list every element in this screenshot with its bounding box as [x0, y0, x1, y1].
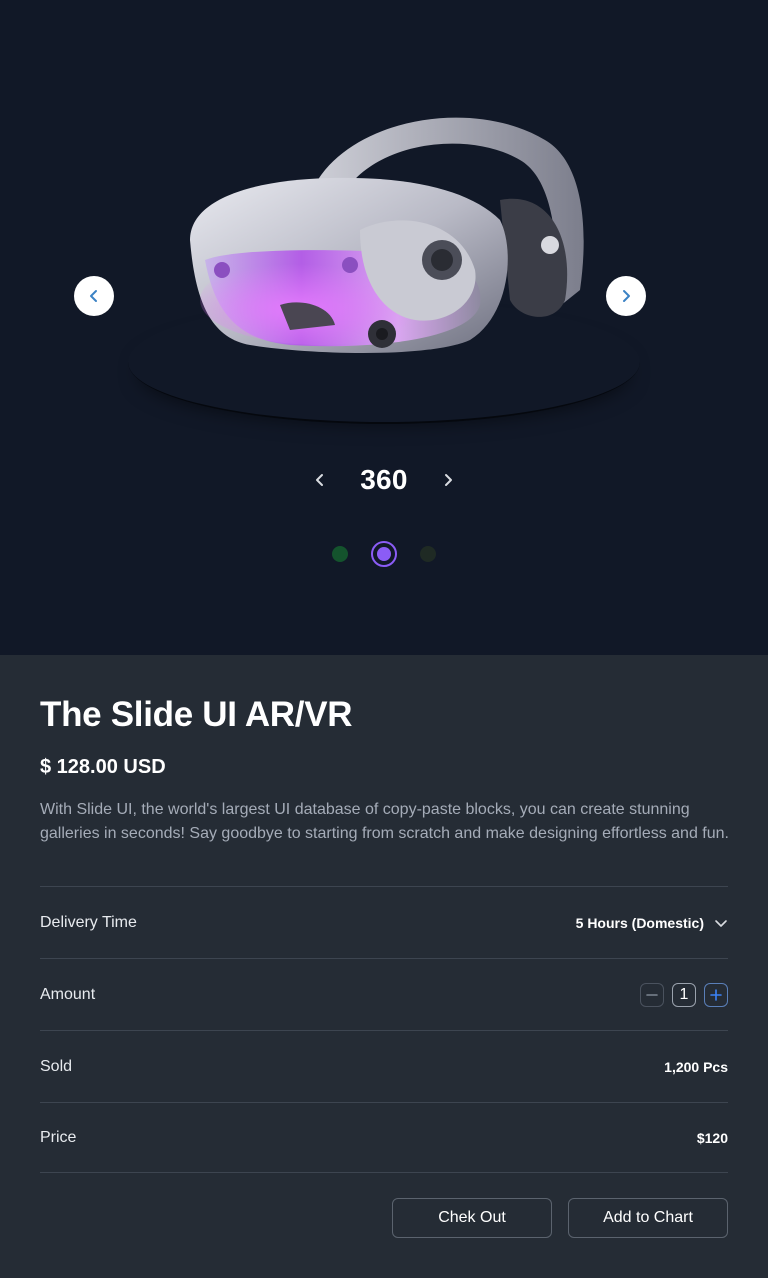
delivery-time-value: 5 Hours (Domestic)	[575, 914, 704, 931]
sold-value: 1,200 Pcs	[664, 1058, 728, 1075]
sold-label: Sold	[40, 1057, 73, 1075]
rotate-right-button[interactable]	[436, 468, 460, 492]
decrement-button[interactable]	[640, 982, 664, 1007]
sold-row: Sold 1,200 Pcs	[40, 1030, 728, 1102]
chevron-left-icon	[90, 290, 97, 302]
product-price: $ 128.00 USD	[40, 756, 166, 778]
quantity-value[interactable]: 1	[672, 982, 696, 1007]
minus-icon	[646, 993, 658, 996]
chevron-right-icon	[445, 474, 452, 486]
chevron-left-icon	[316, 474, 323, 486]
delivery-time-label: Delivery Time	[40, 913, 137, 931]
delivery-time-row: Delivery Time 5 Hours (Domestic)	[40, 886, 728, 958]
slide-dot-3[interactable]	[415, 541, 441, 567]
slide-dot-2[interactable]	[371, 541, 397, 567]
price-label: Price	[40, 1128, 77, 1146]
rotation-control: 360	[308, 458, 460, 502]
view-360-label: 360	[360, 464, 408, 495]
slide-indicator	[326, 540, 442, 568]
price-value: $120	[696, 1129, 728, 1146]
product-description: With Slide UI, the world's largest UI da…	[40, 801, 729, 842]
rotate-left-button[interactable]	[308, 468, 332, 492]
plus-icon	[710, 988, 722, 1001]
price-row: Price $120	[40, 1102, 728, 1173]
checkout-button[interactable]: Chek Out	[392, 1198, 552, 1238]
chevron-down-icon	[715, 919, 727, 927]
quantity-stepper: 1	[640, 982, 728, 1007]
increment-button[interactable]	[704, 982, 728, 1007]
amount-label: Amount	[40, 985, 96, 1003]
previous-slide-button[interactable]	[74, 276, 114, 316]
product-title: The Slide UI AR/VR	[40, 695, 353, 734]
delivery-time-select[interactable]: 5 Hours (Domestic)	[576, 915, 728, 931]
chevron-right-icon	[623, 290, 630, 302]
add-to-cart-button[interactable]: Add to Chart	[568, 1198, 728, 1238]
amount-row: Amount 1	[40, 958, 728, 1030]
product-details: The Slide UI AR/VR $ 128.00 USD With Sli…	[0, 655, 768, 1278]
next-slide-button[interactable]	[606, 276, 646, 316]
slide-dot-1[interactable]	[327, 541, 353, 567]
product-gallery: 360	[0, 0, 768, 655]
vr-headset-image	[190, 117, 584, 354]
